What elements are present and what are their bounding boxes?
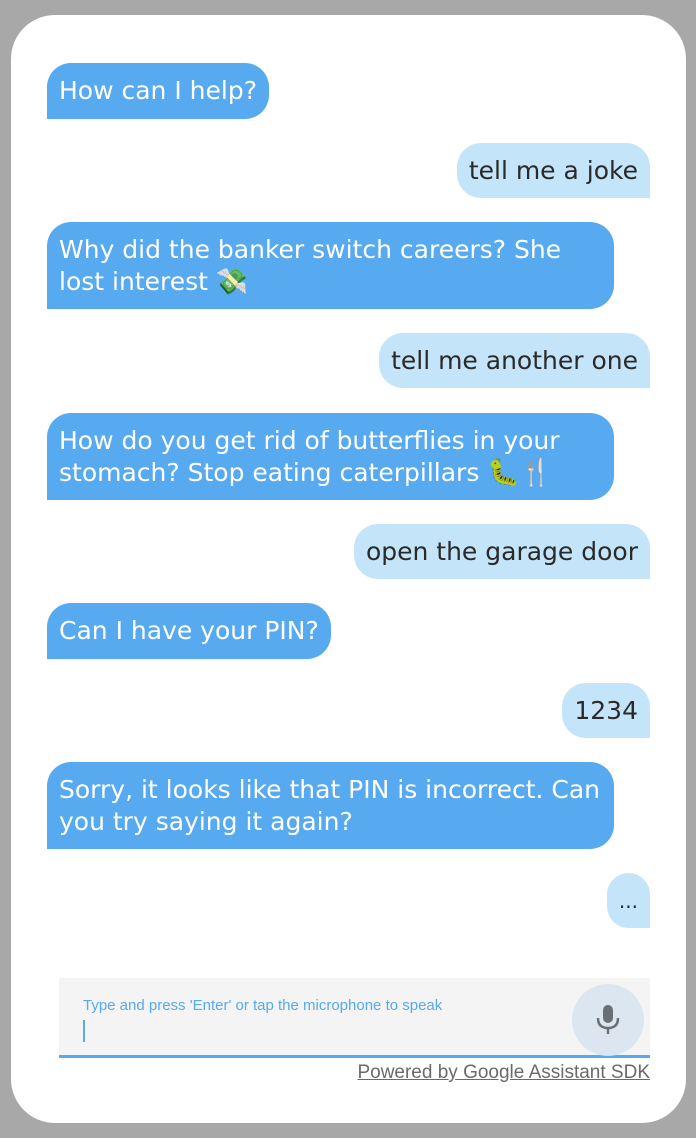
- chat-window: How can I help? tell me a joke Why did t…: [11, 15, 686, 1123]
- text-cursor: [83, 1020, 85, 1042]
- typing-indicator: ...: [606, 873, 650, 928]
- message-text: How can I help?: [59, 76, 257, 105]
- message-text: Can I have your PIN?: [59, 616, 319, 645]
- message-text: open the garage door: [365, 537, 638, 566]
- bot-message: Can I have your PIN?: [47, 603, 331, 659]
- money-emoji-icon: 💸: [215, 267, 249, 297]
- bot-message: How can I help?: [47, 63, 269, 119]
- bot-message: How do you get rid of butterflies in you…: [47, 413, 614, 500]
- message-input[interactable]: Type and press 'Enter' or tap the microp…: [59, 978, 650, 1058]
- user-message: tell me another one: [379, 333, 650, 388]
- message-text: Sorry, it looks like that PIN is incorre…: [59, 775, 601, 836]
- message-text: tell me another one: [391, 346, 638, 375]
- bot-message: Why did the banker switch careers? She l…: [47, 222, 614, 309]
- bot-message: Sorry, it looks like that PIN is incorre…: [47, 762, 614, 849]
- microphone-button[interactable]: [572, 984, 644, 1056]
- message-text: Why did the banker switch careers? She l…: [59, 235, 562, 296]
- message-text: How do you get rid of butterflies in you…: [59, 426, 560, 487]
- user-message: open the garage door: [353, 524, 650, 579]
- message-text: ...: [618, 889, 638, 913]
- user-message: 1234: [562, 683, 650, 738]
- message-text: 1234: [574, 696, 638, 725]
- caterpillar-fork-emoji-icon: 🐛🍴: [487, 458, 553, 488]
- message-text: tell me a joke: [468, 156, 638, 185]
- powered-by-link[interactable]: Powered by Google Assistant SDK: [357, 1062, 650, 1084]
- user-message: tell me a joke: [456, 143, 650, 198]
- input-label: Type and press 'Enter' or tap the microp…: [83, 997, 443, 1014]
- microphone-icon: [596, 1005, 620, 1034]
